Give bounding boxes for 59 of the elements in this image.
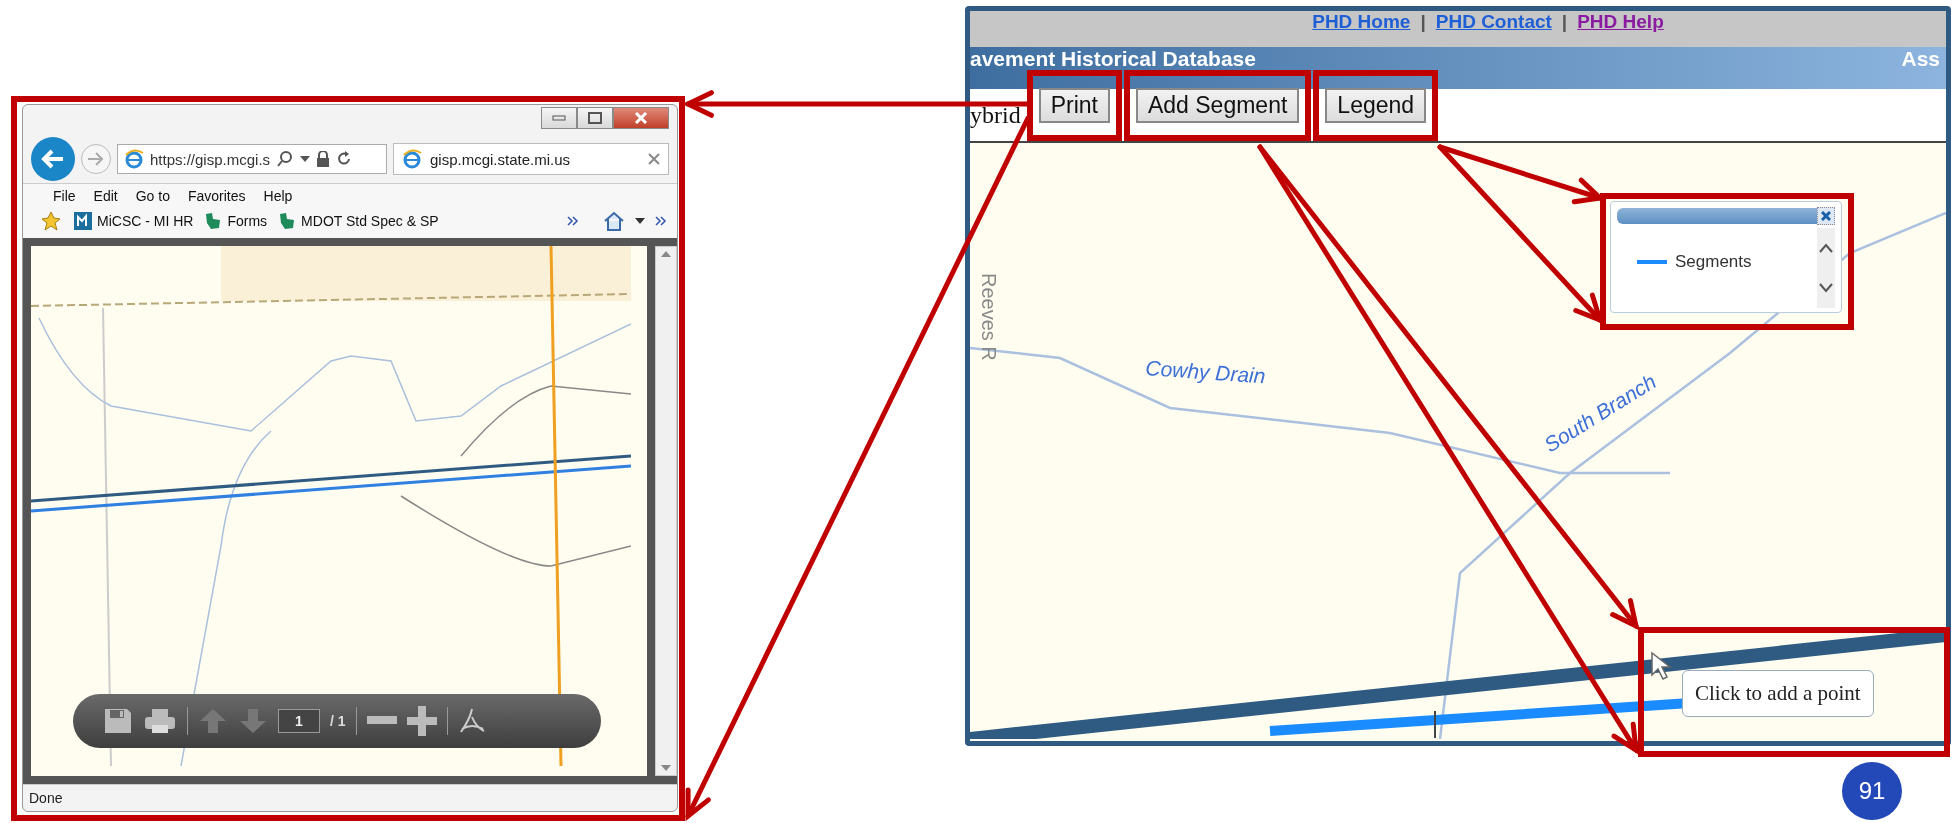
- chevron-icon[interactable]: [567, 216, 579, 226]
- star-icon[interactable]: [41, 211, 63, 231]
- arrow-left-icon: [41, 149, 65, 169]
- toolbar-button[interactable]: Add Segment: [1135, 88, 1300, 123]
- menu-item[interactable]: Go to: [135, 188, 170, 204]
- menu-item[interactable]: Edit: [93, 188, 118, 204]
- close-icon: [634, 112, 648, 124]
- refresh-icon[interactable]: [336, 151, 353, 167]
- map-label: Cowhy Drain: [1144, 356, 1267, 388]
- legend-label: Segments: [1675, 252, 1752, 272]
- menu-item[interactable]: File: [53, 188, 76, 204]
- scroll-bar[interactable]: [1817, 228, 1835, 308]
- status-text: Done: [23, 784, 677, 811]
- page-count: / 1: [330, 713, 346, 729]
- chevron-icon[interactable]: [655, 216, 667, 226]
- search-icon[interactable]: [276, 150, 295, 168]
- favorite-link[interactable]: MDOT Std Spec & SP: [277, 211, 439, 231]
- separator: |: [1561, 11, 1568, 33]
- toolbar-button[interactable]: Print: [1038, 88, 1110, 123]
- close-icon[interactable]: [648, 153, 660, 165]
- nav-link[interactable]: PHD Help: [1577, 11, 1664, 33]
- title-text: Ass: [1901, 47, 1940, 71]
- caret-icon[interactable]: [635, 218, 645, 224]
- app-title: avement Historical Database: [970, 47, 1256, 71]
- browser-logo-icon: [124, 149, 144, 169]
- toolbar-button[interactable]: Legend: [1325, 88, 1427, 123]
- browser-tab[interactable]: gisp.mcgi.state.mi.us: [393, 143, 669, 175]
- arrow-right-icon: [87, 152, 105, 166]
- minimize-button[interactable]: [541, 107, 577, 129]
- page-number-field[interactable]: 1: [278, 709, 320, 733]
- page-number-badge: 91: [1842, 762, 1902, 820]
- close-button[interactable]: [1817, 207, 1835, 225]
- scroll-bar[interactable]: [655, 246, 677, 776]
- separator: |: [1420, 11, 1426, 33]
- site-logo-icon: [73, 211, 93, 231]
- minimize-icon: [552, 115, 566, 121]
- close-button[interactable]: [613, 107, 669, 129]
- print-button[interactable]: [143, 707, 177, 735]
- close-icon: [1821, 211, 1831, 221]
- menu-item[interactable]: Help: [263, 188, 293, 204]
- favorite-link[interactable]: MiCSC - MI HR: [73, 211, 194, 231]
- favorite-link[interactable]: Forms: [203, 211, 268, 231]
- menu-item[interactable]: Favorites: [187, 188, 246, 204]
- tooltip: Click to add a point: [1682, 670, 1874, 717]
- toolbar-label: ybrid: [970, 101, 1022, 129]
- save-button[interactable]: [103, 707, 133, 735]
- address-field[interactable]: https://gisp.mcgi.s: [117, 144, 387, 174]
- lock-icon: [316, 151, 331, 167]
- zoom-out-button[interactable]: [366, 716, 397, 726]
- map-label: Reeves R: [978, 273, 1000, 361]
- legend-swatch: [1637, 260, 1667, 264]
- pdf-logo-icon[interactable]: [457, 707, 486, 735]
- back-button[interactable]: [31, 137, 75, 181]
- browser-logo-icon: [402, 149, 422, 169]
- zoom-in-button[interactable]: [406, 706, 437, 736]
- home-icon[interactable]: [603, 211, 625, 231]
- caret-icon[interactable]: [300, 156, 311, 162]
- maximize-icon: [588, 112, 602, 124]
- maximize-button[interactable]: [577, 107, 613, 129]
